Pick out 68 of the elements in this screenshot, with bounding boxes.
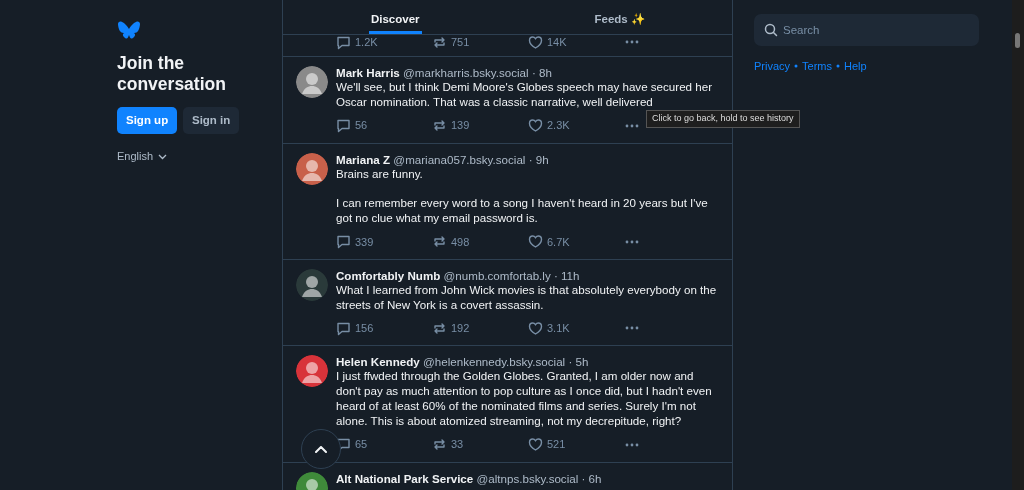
reply-icon[interactable]: [336, 34, 351, 50]
post-time: · 5h: [568, 355, 589, 369]
heading: Join the conversation: [117, 53, 227, 95]
heart-icon[interactable]: [528, 320, 543, 336]
author-handle[interactable]: @markharris.bsky.social: [403, 66, 529, 79]
action-count: 498: [451, 234, 470, 250]
action-count: 33: [451, 437, 464, 453]
post-text: What I learned from John Wick movies is that absolutely everybody on the streets of New York is a covert assassin.: [336, 282, 718, 313]
author-name[interactable]: Alt National Park Service: [336, 471, 474, 485]
more-icon[interactable]: [624, 38, 640, 46]
avatar[interactable]: [296, 152, 328, 185]
post-text: I just ffwded through the Golden Globes. Granted, I am older now and don't pay as much attention to pop culture as I once did, but I hadn't even heard of at least 60% of the nominated films and series. Surely I'm not alone. This is about atomized streaming, not my decrepitude, right?: [336, 369, 713, 429]
action-count: 192: [451, 321, 470, 337]
footer-link[interactable]: Terms: [802, 58, 832, 75]
post-time: · 9h: [528, 152, 549, 166]
avatar[interactable]: [296, 268, 328, 301]
post-time: · 11h: [553, 268, 580, 282]
action-count: 56: [355, 118, 368, 134]
author-handle[interactable]: @altnps.bsky.social: [476, 471, 579, 485]
author-name[interactable]: Mariana Z: [336, 152, 391, 166]
action-count: 14K: [547, 34, 567, 50]
footer-link[interactable]: Privacy: [754, 58, 791, 75]
action-count: 521: [547, 437, 566, 453]
author-name[interactable]: Helen Kennedy: [336, 355, 420, 369]
sign-in-button[interactable]: Sign in: [182, 107, 240, 135]
heart-icon[interactable]: [528, 34, 543, 50]
language-selector[interactable]: English: [117, 148, 168, 165]
sign-up-button[interactable]: Sign up: [117, 107, 178, 135]
heart-icon[interactable]: [528, 118, 543, 134]
post-time: · 6h: [581, 471, 602, 485]
action-count: 339: [355, 234, 374, 250]
action-count: 751: [451, 34, 470, 50]
action-count: 6.7K: [547, 234, 570, 250]
reply-icon[interactable]: [336, 234, 351, 250]
post-time: · 8h: [531, 66, 552, 79]
author-handle[interactable]: @helenkennedy.bsky.social: [423, 355, 566, 369]
post-text: I can remember every word to a song I haven't heard in 20 years but I've got no clue what my email password is.: [336, 196, 709, 226]
heart-icon[interactable]: [528, 437, 543, 453]
scroll-to-top-button[interactable]: [301, 429, 341, 469]
footer-link[interactable]: Help: [844, 58, 867, 75]
post-text: We'll see, but I think Demi Moore's Globes speech may have secured her Oscar nomination. That was a classic narrative, well delivered: [336, 80, 714, 110]
author-name[interactable]: Comfortably Numb: [336, 268, 441, 282]
heart-icon[interactable]: [528, 234, 543, 250]
butterfly-logo[interactable]: [117, 20, 141, 41]
separator-dot: [836, 64, 840, 69]
chevron-up-icon: [315, 445, 327, 453]
feed-tab[interactable]: Feeds ✨: [592, 0, 647, 34]
action-count: 2.3K: [547, 118, 570, 134]
reply-icon[interactable]: [336, 118, 351, 134]
avatar[interactable]: [296, 66, 328, 98]
action-count: 3.1K: [547, 321, 570, 337]
action-count: 156: [355, 321, 374, 337]
action-count: 139: [451, 118, 470, 134]
chevron-down-icon: [158, 153, 168, 160]
search-field[interactable]: Search: [754, 14, 979, 46]
feed-tab[interactable]: Discover: [368, 0, 422, 34]
tooltip: Click to go back, hold to see history: [646, 110, 800, 128]
action-count: 1.2K: [355, 34, 378, 50]
action-count: 65: [355, 437, 368, 453]
search-icon: [764, 23, 778, 37]
scrollbar-thumb[interactable]: [1015, 33, 1020, 48]
reply-icon[interactable]: [336, 320, 351, 336]
avatar[interactable]: [296, 355, 328, 388]
separator-dot: [794, 64, 799, 69]
post-text: Brains are funny.: [336, 166, 424, 182]
author-handle[interactable]: @numb.comfortab.ly: [443, 268, 551, 282]
author-name[interactable]: Mark Harris: [336, 66, 400, 79]
author-handle[interactable]: @mariana057.bsky.social: [393, 152, 526, 166]
